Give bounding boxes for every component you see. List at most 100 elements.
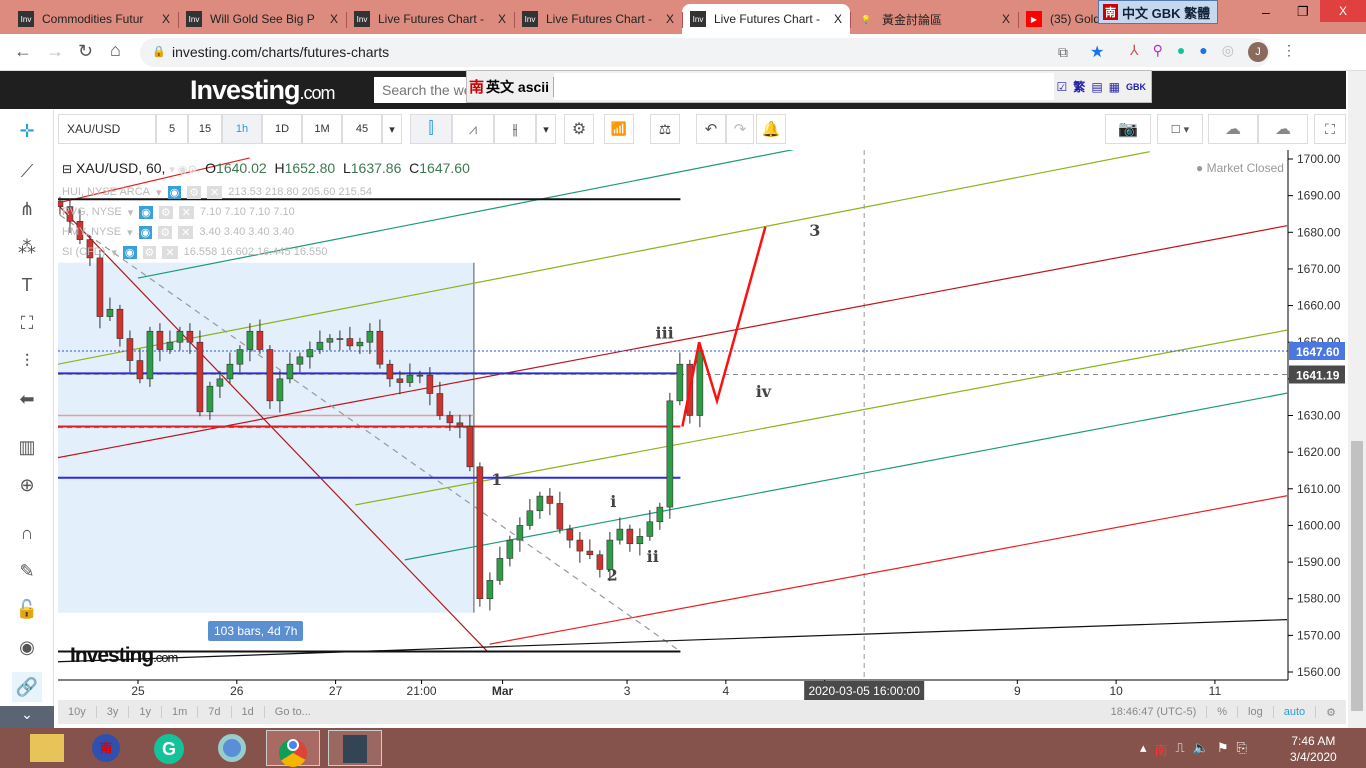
price-tick-label: 1660.00 [1297, 299, 1341, 313]
flag-icon[interactable]: ⚑ [1217, 740, 1229, 759]
candle [466, 426, 474, 468]
chrome-app-icon[interactable] [266, 730, 320, 767]
wave-label: iv [756, 382, 772, 401]
study-settings-icon[interactable]: ⚙ [187, 185, 202, 199]
candle [246, 330, 254, 350]
range-10y[interactable]: 10y [58, 706, 97, 718]
candle [386, 363, 394, 380]
study-values: 213.53 218.80 205.60 215.54 [228, 186, 373, 198]
candle [416, 374, 424, 377]
wave-label: i [610, 492, 616, 511]
range-1m[interactable]: 1m [162, 706, 199, 718]
candle [176, 330, 184, 343]
chromium-app-icon[interactable] [218, 734, 246, 762]
candle [236, 349, 244, 365]
price-chart[interactable]: 3iiiiv1iii21700.001690.001680.001670.001… [0, 0, 1366, 768]
price-tick-label: 1590.00 [1297, 555, 1341, 569]
notes-app-icon[interactable] [328, 730, 382, 766]
candle [616, 528, 624, 541]
candle [576, 539, 584, 552]
study-values: 16.558 16.602 16.445 16.550 [183, 246, 328, 258]
study-name[interactable]: HUI, NYSE ARCA [62, 186, 150, 198]
dropdown-icon[interactable]: ▾ [128, 206, 134, 219]
visibility-icon[interactable]: ◉ [138, 225, 153, 239]
candle [436, 393, 444, 416]
range-1y[interactable]: 1y [129, 706, 162, 718]
candle [146, 330, 154, 380]
remove-study-icon[interactable]: ✕ [178, 205, 194, 219]
tray-ime-icon[interactable]: 南 [1155, 740, 1168, 759]
last-price-label: 1647.60 [1296, 345, 1340, 359]
crosshair-time-label: 2020-03-05 16:00:00 [808, 684, 920, 698]
grammarly-app-icon[interactable]: G [154, 734, 184, 764]
visibility-icon[interactable]: ◉ [122, 245, 137, 259]
tray-expand-icon[interactable]: ▴ [1140, 740, 1147, 759]
candle [426, 374, 434, 394]
time-tick-label: 25 [131, 684, 145, 698]
time-tick-label: 11 [1209, 684, 1222, 698]
log-toggle[interactable]: log [1238, 706, 1274, 718]
time-tick-label: 4 [723, 684, 730, 698]
candle [556, 503, 564, 530]
percent-toggle[interactable]: % [1207, 706, 1239, 718]
study-name[interactable]: RVG, NYSE [62, 206, 122, 218]
open-value: 1640.02 [216, 160, 267, 176]
study-name[interactable]: HMY, NYSE [62, 226, 121, 238]
wave-label: 3 [809, 221, 820, 240]
range-1d[interactable]: 1d [232, 706, 265, 718]
visibility-icon[interactable]: ◉ [139, 205, 153, 219]
page-scrollbar[interactable] [1348, 71, 1366, 728]
candle [656, 506, 664, 523]
study-settings-icon[interactable]: ⚙ [142, 245, 157, 259]
ime-app-icon[interactable]: 南 [92, 734, 120, 762]
wave-label: 2 [607, 565, 618, 584]
remove-study-icon[interactable]: ✕ [207, 185, 223, 199]
file-explorer-icon[interactable] [30, 734, 64, 762]
visibility-icon[interactable]: ◉ [167, 185, 182, 199]
candle [696, 350, 704, 416]
study-name[interactable]: SI (CFD) [62, 246, 105, 258]
symbol-title: XAU/USD, 60, [75, 160, 166, 176]
candle [596, 554, 604, 570]
price-tick-label: 1580.00 [1297, 592, 1341, 606]
candle [356, 341, 364, 347]
range-3y[interactable]: 3y [97, 706, 130, 718]
study-legend: HUI, NYSE ARCA ▾ ◉ ⚙ ✕ 213.53 218.80 205.60 2… [62, 182, 372, 262]
remove-study-icon[interactable]: ✕ [178, 225, 194, 239]
candle [136, 360, 144, 380]
close-value: 1647.60 [419, 160, 470, 176]
candle [96, 257, 104, 317]
range-7d[interactable]: 7d [198, 706, 232, 718]
candle [586, 550, 594, 556]
collapse-legend-icon[interactable]: ⊟ [62, 162, 72, 176]
study-settings-icon[interactable]: ⚙ [158, 225, 173, 239]
auto-toggle[interactable]: auto [1274, 706, 1317, 718]
dropdown-icon[interactable]: ▾ [156, 186, 162, 199]
volume-icon[interactable]: 🔈 [1193, 740, 1209, 759]
remove-study-icon[interactable]: ✕ [162, 245, 178, 259]
dropdown-icon[interactable]: ▾ [111, 246, 117, 259]
candle [346, 338, 354, 347]
candle [316, 341, 324, 350]
candle [506, 539, 514, 559]
time-tick-label: 21:00 [407, 684, 437, 698]
tray-usb-icon[interactable]: ⎍ [1176, 740, 1185, 759]
windows-taskbar: 南 G ▴ 南 ⎍ 🔈 ⚑ ⎘ 7:46 AM 3/4/2020 [0, 728, 1366, 768]
candle [256, 330, 264, 350]
time-tick-label: 10 [1109, 684, 1123, 698]
chart-settings-icon[interactable]: ⚙ [1316, 706, 1346, 719]
goto-button[interactable]: Go to... [265, 706, 321, 718]
time-tick-label: 27 [329, 684, 343, 698]
study-legend-item: SI (CFD) ▾ ◉ ⚙ ✕ 16.558 16.602 16.445 16.550 [62, 242, 372, 262]
candle [276, 378, 284, 402]
candle [566, 528, 574, 541]
study-settings-icon[interactable]: ⚙ [158, 205, 173, 219]
candle [516, 525, 524, 541]
clock-timezone[interactable]: 18:46:47 (UTC-5) [1101, 706, 1208, 718]
candle [396, 378, 404, 383]
dropdown-icon[interactable]: ▾ [127, 226, 133, 239]
clock[interactable]: 7:46 AM 3/4/2020 [1290, 733, 1337, 765]
candle [446, 415, 454, 424]
network-icon[interactable]: ⎘ [1237, 740, 1247, 759]
investing-watermark: Investing.com [70, 644, 178, 667]
